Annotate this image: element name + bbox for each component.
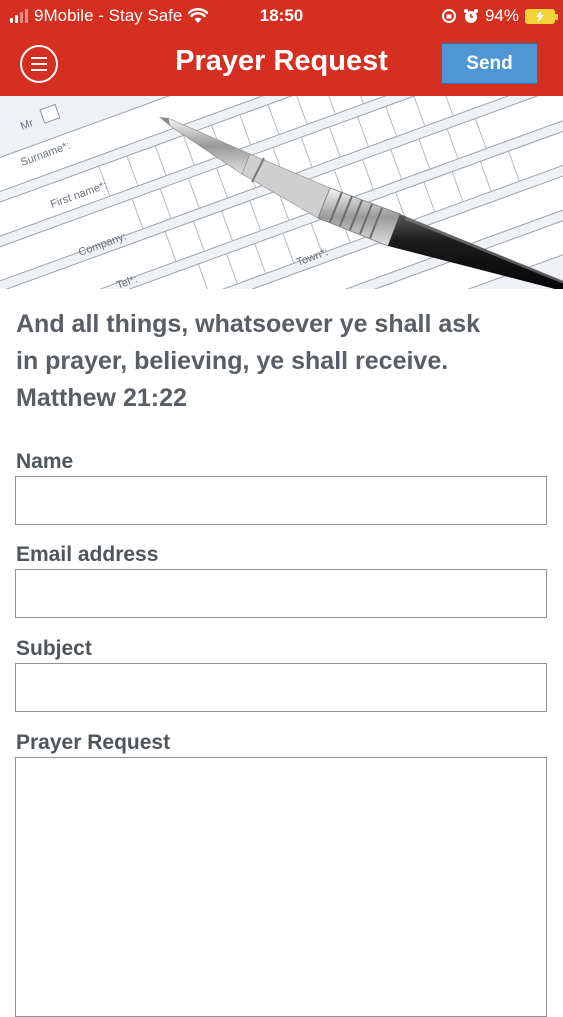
- verse-line: in prayer, believing, ye shall receive.: [16, 347, 449, 375]
- status-bar: 9Mobile - Stay Safe 18:50 94%: [0, 0, 563, 34]
- form-and-pen-illustration: Mr Surname*: First name*: Company: Tel*:…: [0, 96, 563, 289]
- carrier-label: 9Mobile - Stay Safe: [34, 6, 183, 25]
- hamburger-icon-line: [31, 57, 47, 59]
- menu-button[interactable]: [20, 45, 58, 83]
- name-label: Name: [16, 450, 74, 473]
- verse-reference: Matthew 21:22: [16, 384, 187, 412]
- charging-bolt-icon: [536, 10, 544, 22]
- send-button[interactable]: Send: [441, 43, 538, 84]
- status-right: 94%: [441, 6, 558, 26]
- email-input[interactable]: [15, 569, 547, 618]
- bible-verse: And all things, whatsoever ye shall ask …: [16, 306, 551, 417]
- name-input[interactable]: [15, 476, 547, 525]
- email-label: Email address: [16, 543, 159, 566]
- prayer-request-label: Prayer Request: [16, 731, 171, 754]
- battery-icon: [525, 8, 558, 24]
- subject-input[interactable]: [15, 663, 547, 712]
- status-left: 9Mobile - Stay Safe: [10, 6, 209, 26]
- alarm-icon: [463, 9, 478, 23]
- battery-percent: 94%: [484, 6, 519, 25]
- verse-line: And all things, whatsoever ye shall ask: [16, 310, 481, 338]
- app-header: Prayer Request Send: [0, 34, 563, 96]
- hamburger-icon-line: [31, 63, 47, 65]
- wifi-icon: [188, 8, 209, 23]
- prayer-request-textarea[interactable]: [15, 757, 547, 1017]
- signal-icon: [10, 9, 28, 23]
- hamburger-icon-line: [31, 69, 47, 71]
- orientation-lock-icon: [441, 9, 456, 23]
- subject-label: Subject: [16, 637, 92, 660]
- hero-image: Mr Surname*: First name*: Company: Tel*:…: [0, 96, 563, 289]
